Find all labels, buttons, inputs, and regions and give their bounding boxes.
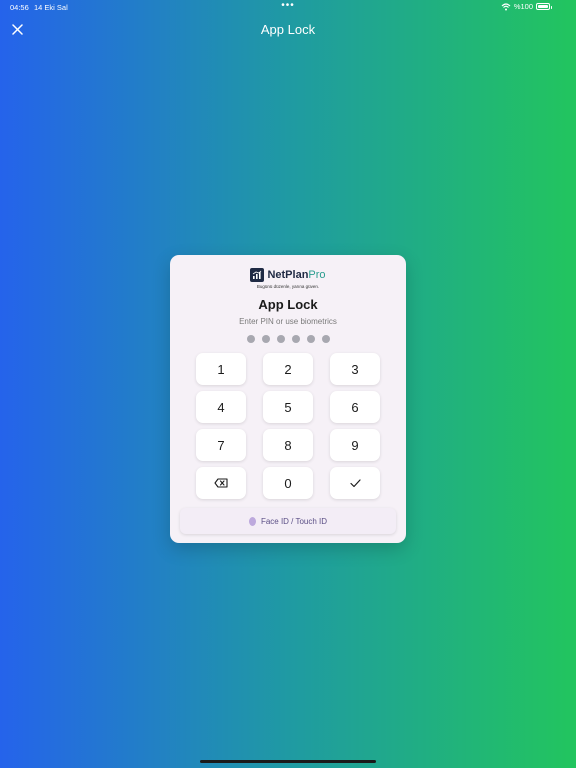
status-bar: 04:56 14 Eki Sal ••• %100 [0,0,576,14]
battery-percentage: %100 [513,2,533,11]
brand-accent: Pro [308,269,326,281]
key-9[interactable]: 9 [330,429,380,461]
backspace-icon [214,478,228,488]
app-lock-card: NetPlanPro Bugünü düzenle, yarına güven.… [170,255,406,543]
wifi-icon [501,2,511,10]
pin-indicator [170,335,406,343]
status-date: 14 Eki Sal [34,3,68,12]
pin-dot [261,335,270,343]
pin-dot [306,335,315,343]
biometric-label: Face ID / Touch ID [260,516,328,526]
card-title: App Lock [258,297,318,312]
status-right: %100 [501,2,552,11]
battery-icon [536,3,552,10]
key-6[interactable]: 6 [330,391,380,423]
confirm-button[interactable] [330,467,380,499]
backspace-button[interactable] [196,467,246,499]
pin-dot [321,335,330,343]
pin-dot [291,335,300,343]
key-3[interactable]: 3 [330,353,380,385]
key-4[interactable]: 4 [196,391,246,423]
brand-logo: NetPlanPro [170,268,406,282]
brand-main: NetPlan [267,269,309,281]
checkmark-icon [349,478,361,487]
brand-name: NetPlanPro [267,269,325,281]
key-7[interactable]: 7 [196,429,246,461]
top-bar: App Lock [0,18,576,42]
chart-logo-icon [250,268,265,282]
status-time: 04:56 [10,3,29,12]
fingerprint-icon [248,516,256,526]
key-5[interactable]: 5 [263,391,313,423]
card-subtitle: Enter PIN or use biometrics [239,317,337,326]
key-1[interactable]: 1 [196,353,246,385]
home-indicator[interactable] [200,760,376,763]
pin-keypad: 1 2 3 4 5 6 7 8 9 0 [196,353,380,499]
key-2[interactable]: 2 [263,353,313,385]
brand-tagline: Bugünü düzenle, yarına güven. [256,284,320,289]
key-0[interactable]: 0 [263,467,313,499]
page-title: App Lock [260,22,316,37]
multitasking-dots[interactable]: ••• [281,0,295,11]
key-8[interactable]: 8 [263,429,313,461]
pin-dot [246,335,255,343]
biometric-button[interactable]: Face ID / Touch ID [180,508,396,534]
pin-dot [276,335,285,343]
